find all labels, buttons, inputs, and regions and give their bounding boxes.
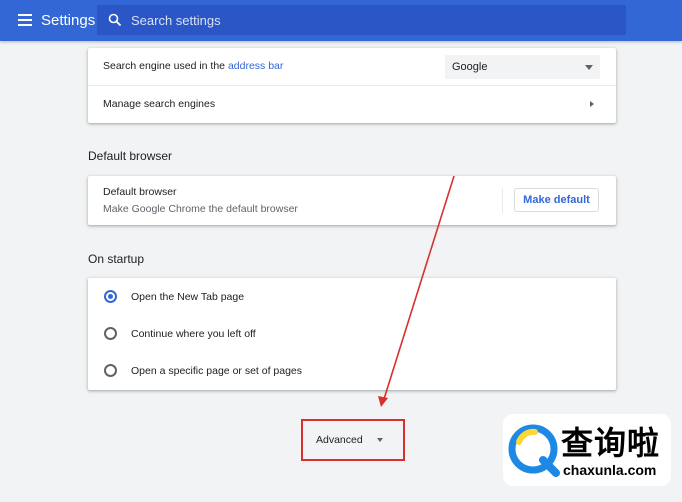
- watermark-logo-icon: [508, 424, 560, 477]
- watermark-logo: 查询啦 chaxunla.com: [503, 414, 671, 486]
- watermark-brand-cn: 查询啦: [561, 424, 661, 462]
- watermark-brand-en: chaxunla.com: [563, 462, 657, 478]
